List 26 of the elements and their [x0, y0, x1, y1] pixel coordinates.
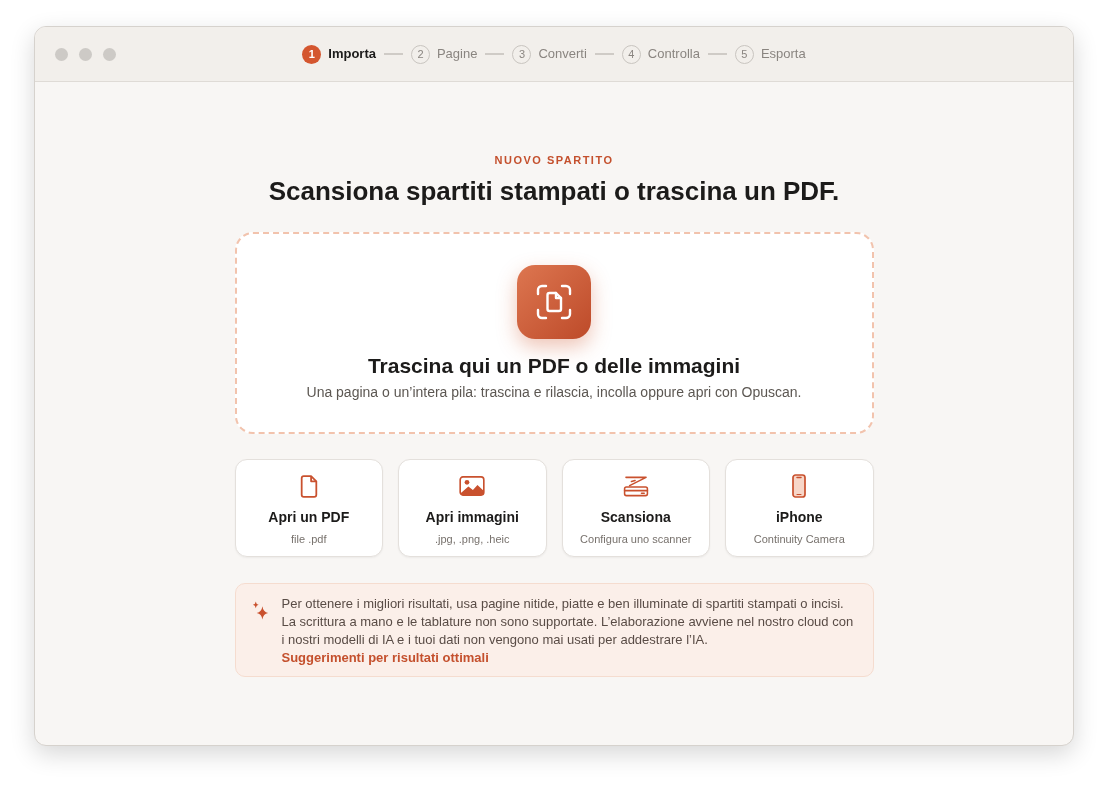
window-control-button[interactable]	[55, 48, 68, 61]
import-option-button[interactable]: Apri un PDF file .pdf	[234, 459, 383, 557]
window-control-button[interactable]	[103, 48, 116, 61]
import-option-button[interactable]: Scansiona Configura uno scanner	[561, 459, 710, 557]
file-icon	[299, 474, 318, 498]
step-label: Controlla	[647, 45, 700, 64]
drop-zone[interactable]: Trascina qui un PDF o delle immagini Una pagina o un’intera pila: trascina e rilascia, incolla oppure apri con Opuscan.	[234, 232, 874, 434]
tips-link[interactable]: Suggerimenti per risultati ottimali	[281, 650, 489, 665]
step-label: Esporta	[760, 45, 806, 64]
sparkle-icon	[250, 601, 270, 620]
phone-icon	[792, 474, 807, 498]
window-control-button[interactable]	[79, 48, 92, 61]
scanner-icon	[622, 475, 649, 497]
document-scan-icon	[517, 265, 591, 339]
tip-text: Per ottenere i migliori risultati, usa pagine nitide, piatte e ben illuminate di spartiti stampati o incisi. La scrittura a mano e le tablature non sono supportate. L’elaborazione avviene nel nostro cloud con i nostri modelli di IA e i tuoi dati non vengono mai usati per addestrare l’IA. Suggerimenti per risultati ottimali	[281, 595, 855, 667]
drop-zone-title: Trascina qui un PDF o delle immagini	[367, 354, 741, 378]
image-icon	[459, 476, 486, 496]
import-option-button[interactable]: iPhone Continuity Camera	[725, 459, 874, 557]
page-title: Scansiona spartiti stampati o trascina un PDF.	[268, 176, 840, 206]
section-eyebrow: NUOVO SPARTITO	[494, 153, 614, 167]
drop-zone-hint: Una pagina o un’intera pila: trascina e rilascia, incolla oppure apri con Opuscan.	[306, 383, 802, 401]
step-label: Converti	[538, 45, 587, 64]
step-number: 1	[302, 44, 322, 64]
step-label: Pagine	[436, 45, 478, 64]
step-label: Importa	[328, 45, 376, 64]
import-option-button[interactable]: Apri immagini .jpg, .png, .heic	[398, 459, 547, 557]
